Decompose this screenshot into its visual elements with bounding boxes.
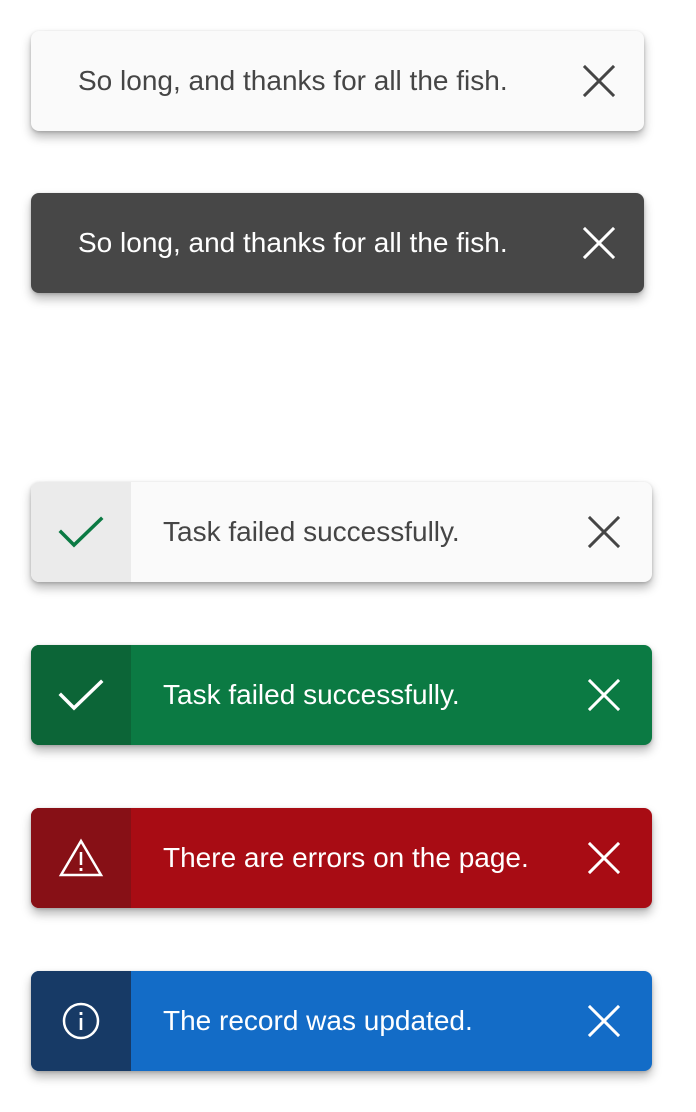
toast-icon-cell (31, 971, 131, 1071)
warning-icon (58, 838, 104, 877)
toast-error: There are errors on the page. (31, 808, 652, 908)
toast-message: Task failed successfully. (163, 679, 460, 710)
close-button[interactable] (554, 193, 644, 293)
close-icon (587, 515, 621, 549)
info-icon (62, 1002, 100, 1040)
close-button[interactable] (556, 645, 652, 745)
close-icon (582, 64, 616, 98)
toast-info: The record was updated. (31, 971, 652, 1071)
checkmark-icon (58, 679, 104, 711)
toast-message: So long, and thanks for all the fish. (78, 227, 508, 258)
toast-icon-cell (31, 482, 131, 582)
toast-success: Task failed successfully. (31, 645, 652, 745)
close-icon (587, 678, 621, 712)
toast-message: The record was updated. (163, 1005, 473, 1036)
close-icon (587, 1004, 621, 1038)
toast-icon-cell (31, 645, 131, 745)
close-icon (582, 226, 616, 260)
toast-default-dark: So long, and thanks for all the fish. (31, 193, 644, 293)
close-button[interactable] (556, 482, 652, 582)
close-icon (587, 841, 621, 875)
close-button[interactable] (556, 808, 652, 908)
close-button[interactable] (556, 971, 652, 1071)
checkmark-icon (58, 516, 104, 548)
close-button[interactable] (554, 31, 644, 131)
toast-message: There are errors on the page. (163, 842, 529, 873)
toast-icon-cell (31, 808, 131, 908)
toast-success-light: Task failed successfully. (31, 482, 652, 582)
toast-default-light: So long, and thanks for all the fish. (31, 31, 644, 131)
toast-message: Task failed successfully. (163, 516, 460, 547)
toast-message: So long, and thanks for all the fish. (78, 65, 508, 96)
